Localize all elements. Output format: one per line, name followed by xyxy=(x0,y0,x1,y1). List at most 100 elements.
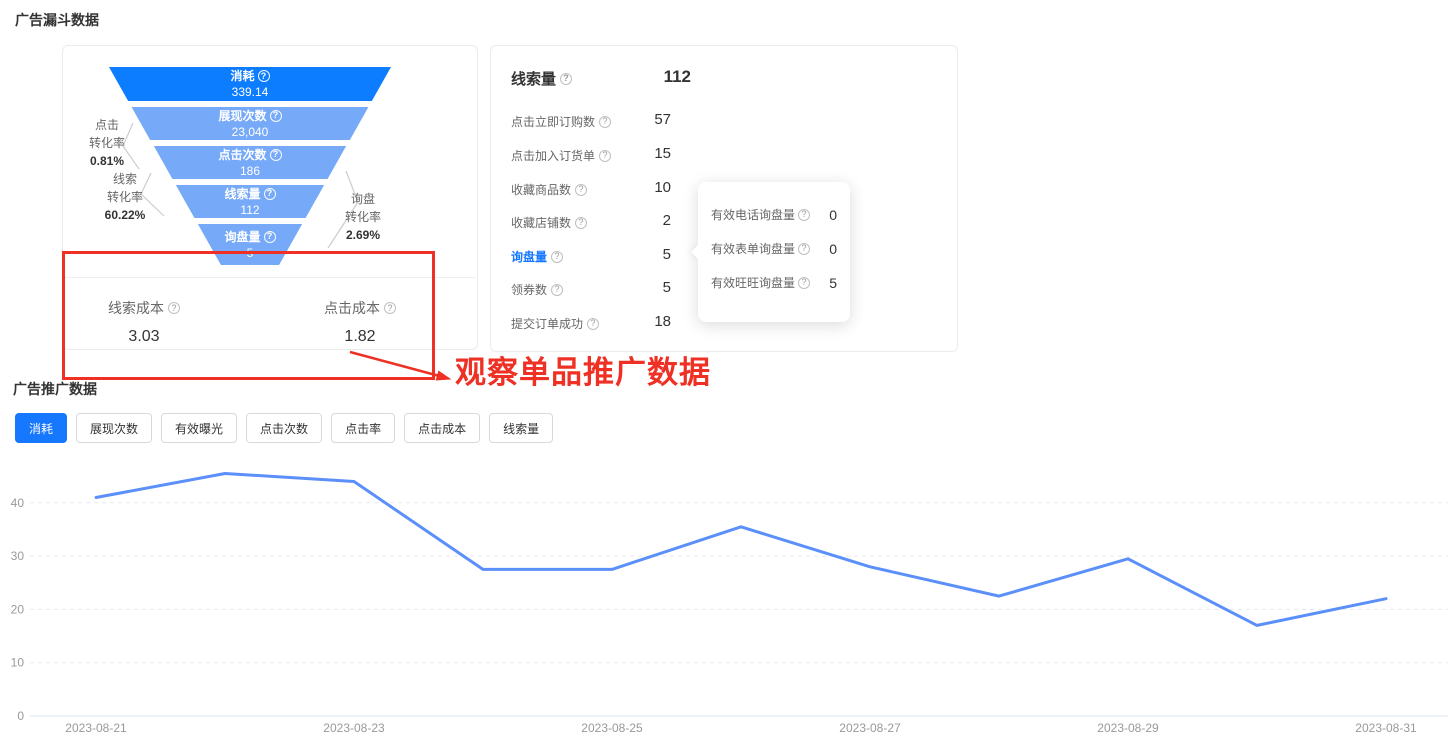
popup-row-3: 有效旺旺询盘量? 5 xyxy=(711,274,837,291)
funnel-card: 消耗? 339.14 展现次数? 23,040 点击次数? 186 线索量? 112 询盘量? 5… xyxy=(62,45,478,350)
promo-section-title: 广告推广数据 xyxy=(13,381,97,397)
metrics-header-value: 112 xyxy=(663,67,691,86)
popup-row-label-text: 有效表单询盘量 xyxy=(711,242,796,256)
help-icon[interactable]: ? xyxy=(560,72,573,85)
lead-rate-label: 线索 转化率 60.22% xyxy=(93,170,157,224)
x-tick-label: 2023-08-27 xyxy=(839,721,901,735)
tab-点击率[interactable]: 点击率 xyxy=(331,413,396,443)
metric-row-label: 提交订单成功? xyxy=(511,315,600,332)
metric-row-value: 10 xyxy=(654,179,671,196)
click-rate-value: 0.81% xyxy=(89,154,125,168)
tab-消耗[interactable]: 消耗 xyxy=(15,413,68,443)
funnel-level-label-text: 点击次数 xyxy=(218,147,267,162)
help-icon[interactable]: ? xyxy=(599,149,612,162)
help-icon[interactable]: ? xyxy=(269,148,282,161)
x-tick-label: 2023-08-29 xyxy=(1097,721,1159,735)
help-icon[interactable]: ? xyxy=(798,208,811,221)
metrics-header-label: 线索量 xyxy=(511,71,557,88)
popup-row-value: 5 xyxy=(829,274,837,291)
metric-row-value: 2 xyxy=(662,212,671,229)
lead-cost-value: 3.03 xyxy=(128,328,160,345)
popup-row-1: 有效电话询盘量? 0 xyxy=(711,206,837,223)
metric-row-value: 18 xyxy=(654,313,671,330)
funnel-level-label: 消耗? xyxy=(109,69,391,83)
tab-点击成本[interactable]: 点击成本 xyxy=(404,413,481,443)
metric-row-4: 收藏店铺数? 2 xyxy=(511,212,671,232)
tab-展现次数[interactable]: 展现次数 xyxy=(76,413,153,443)
popup-row-value: 0 xyxy=(829,240,837,257)
x-tick-label: 2023-08-21 xyxy=(65,721,127,735)
metric-row-6: 领券数? 5 xyxy=(511,279,671,299)
popup-row-label-text: 有效电话询盘量 xyxy=(711,208,796,222)
y-tick-label: 20 xyxy=(11,602,25,616)
metric-row-label-text: 提交订单成功 xyxy=(511,317,584,331)
trend-chart[interactable]: 0 10 20 30 40 2023-08-21 2023-08-23 2023-08-25 2… xyxy=(0,460,1452,752)
metric-row-value: 5 xyxy=(662,246,671,263)
help-icon[interactable]: ? xyxy=(257,70,270,82)
metric-row-label-text: 领券数 xyxy=(511,283,548,297)
help-icon[interactable]: ? xyxy=(168,302,180,314)
help-icon[interactable]: ? xyxy=(263,230,276,243)
help-icon[interactable]: ? xyxy=(263,187,276,200)
popup-row-label: 有效电话询盘量? xyxy=(711,206,811,223)
funnel-level-label-text: 询盘量 xyxy=(224,229,261,244)
metric-row-label-text: 点击立即订购数 xyxy=(511,115,596,129)
funnel-level-value: 23,040 xyxy=(231,124,269,139)
help-icon[interactable]: ? xyxy=(269,109,282,122)
y-tick-label: 10 xyxy=(11,656,25,670)
trend-line-series[interactable] xyxy=(94,472,1388,627)
funnel-level-label: 点击次数? xyxy=(154,147,346,162)
funnel-section-title: 广告漏斗数据 xyxy=(15,12,99,28)
help-icon[interactable]: ? xyxy=(798,242,811,255)
metric-row-label: 询盘量? xyxy=(511,248,564,265)
help-icon[interactable]: ? xyxy=(587,317,600,330)
help-icon[interactable]: ? xyxy=(551,283,564,296)
help-icon[interactable]: ? xyxy=(575,183,588,196)
funnel-level-label-text: 线索量 xyxy=(224,186,261,201)
popup-row-label-text: 有效旺旺询盘量 xyxy=(711,276,796,290)
metric-row-5[interactable]: 询盘量? 5 xyxy=(511,246,671,266)
metric-tabs: 消耗 展现次数 有效曝光 点击次数 点击率 点击成本 线索量 xyxy=(15,413,554,443)
metric-row-label: 收藏商品数? xyxy=(511,181,588,198)
lead-cost-block: 线索成本? 3.03 xyxy=(69,298,219,346)
metric-row-value: 5 xyxy=(662,279,671,296)
metric-row-value: 15 xyxy=(654,145,671,162)
metric-row-1: 点击立即订购数? 57 xyxy=(511,111,671,131)
popup-row-label: 有效旺旺询盘量? xyxy=(711,274,811,291)
help-icon[interactable]: ? xyxy=(551,250,564,263)
click-rate-label: 点击 转化率 0.81% xyxy=(75,116,139,170)
metric-row-label-text: 收藏店铺数 xyxy=(511,216,572,230)
help-icon[interactable]: ? xyxy=(384,302,396,314)
popup-row-label: 有效表单询盘量? xyxy=(711,240,811,257)
popup-row-2: 有效表单询盘量? 0 xyxy=(711,240,837,257)
inquiry-rate-value: 2.69% xyxy=(345,228,381,242)
x-tick-label: 2023-08-25 xyxy=(581,721,643,735)
popup-row-value: 0 xyxy=(829,206,837,223)
metric-row-value: 57 xyxy=(654,111,671,128)
y-tick-label: 40 xyxy=(11,496,25,510)
tab-线索量[interactable]: 线索量 xyxy=(489,413,554,443)
ad-dashboard-page: 广告漏斗数据 消耗? 339.14 展现次数? 23,040 点击次数? 186 线索量? 1… xyxy=(0,0,1452,752)
click-cost-block: 点击成本? 1.82 xyxy=(285,298,435,346)
annotation-text: 观察单品推广数据 xyxy=(455,355,711,390)
inquiry-breakdown-popup: 有效电话询盘量? 0 有效表单询盘量? 0 有效旺旺询盘量? 5 xyxy=(698,182,850,322)
tab-点击次数[interactable]: 点击次数 xyxy=(246,413,323,443)
funnel-level-label-text: 消耗 xyxy=(230,69,255,83)
metric-row-label-text: 询盘量 xyxy=(511,250,548,264)
funnel-level-2[interactable]: 展现次数? 23,040 xyxy=(131,107,369,140)
funnel-level-1[interactable]: 消耗? 339.14 xyxy=(109,67,391,101)
y-tick-label: 30 xyxy=(11,549,25,563)
metric-row-label-text: 收藏商品数 xyxy=(511,183,572,197)
inquiry-rate-label: 询盘 转化率 2.69% xyxy=(331,190,395,244)
click-cost-value: 1.82 xyxy=(344,328,376,345)
tab-有效曝光[interactable]: 有效曝光 xyxy=(161,413,238,443)
funnel-level-label-text: 展现次数 xyxy=(218,108,267,123)
metrics-header-row: 线索量? 112 xyxy=(511,67,937,88)
help-icon[interactable]: ? xyxy=(599,115,612,128)
x-tick-label: 2023-08-31 xyxy=(1355,721,1417,735)
metric-row-label: 点击立即订购数? xyxy=(511,113,612,130)
funnel-level-value: 5 xyxy=(246,245,254,260)
help-icon[interactable]: ? xyxy=(575,216,588,229)
help-icon[interactable]: ? xyxy=(798,276,811,289)
metric-row-7: 提交订单成功? 18 xyxy=(511,313,671,333)
